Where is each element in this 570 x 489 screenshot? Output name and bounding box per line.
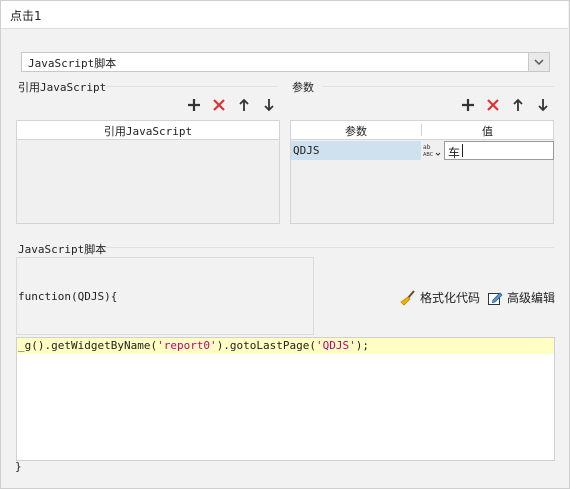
- svg-text:ABC: ABC: [423, 152, 434, 158]
- param-name-cell[interactable]: QDJS: [291, 141, 421, 160]
- script-type-value: JavaScript脚本: [28, 57, 117, 70]
- param-row[interactable]: QDJS ab ABC 车: [291, 141, 554, 160]
- code-token: _g().getWidgetByName(: [18, 339, 158, 352]
- arrow-down-icon: [538, 99, 548, 112]
- plus-icon: [188, 99, 200, 111]
- params-section-title: 参数: [292, 81, 314, 94]
- advanced-edit-button[interactable]: 高级编辑: [487, 289, 555, 306]
- arrow-down-icon: [264, 99, 274, 112]
- script-divider: [104, 247, 554, 248]
- add-ref-button[interactable]: [186, 97, 202, 113]
- ref-js-divider: [106, 86, 278, 87]
- svg-text:ab: ab: [423, 144, 431, 151]
- text-cursor: [462, 144, 463, 157]
- code-string: 'QDJS': [316, 339, 356, 352]
- ref-js-table[interactable]: 引用JavaScript: [16, 120, 280, 224]
- format-code-label: 格式化代码: [420, 291, 481, 305]
- code-editor[interactable]: _g().getWidgetByName('report0').gotoLast…: [16, 337, 555, 461]
- param-value: 车: [448, 146, 461, 160]
- arrow-up-icon: [513, 98, 523, 111]
- delete-ref-button[interactable]: [211, 97, 227, 113]
- code-string: 'report0': [157, 339, 217, 352]
- param-value-column-header: 值: [482, 125, 493, 138]
- plus-icon: [462, 99, 474, 111]
- ref-js-section-title: 引用JavaScript: [18, 81, 107, 94]
- code-token: ).gotoLastPage(: [216, 339, 317, 352]
- dialog-header: [0, 0, 568, 29]
- param-type-button[interactable]: ab ABC: [421, 141, 443, 160]
- delete-x-icon: [487, 99, 499, 111]
- move-up-param-button[interactable]: [510, 97, 526, 113]
- move-down-param-button[interactable]: [535, 97, 551, 113]
- format-code-button[interactable]: 格式化代码: [400, 289, 480, 306]
- advanced-edit-label: 高级编辑: [507, 291, 556, 305]
- params-table-header: 参数 值: [291, 121, 553, 140]
- move-down-ref-button[interactable]: [261, 97, 277, 113]
- script-section-title: JavaScript脚本: [18, 243, 107, 256]
- delete-param-button[interactable]: [485, 97, 501, 113]
- arrow-up-icon: [239, 98, 249, 111]
- ref-js-table-header: 引用JavaScript: [17, 121, 279, 140]
- function-closing-brace: }: [15, 460, 22, 473]
- ref-js-column-header: 引用JavaScript: [103, 125, 193, 138]
- function-signature: function(QDJS){: [18, 290, 118, 303]
- params-divider: [322, 86, 554, 87]
- ref-js-toolbar: [186, 97, 277, 113]
- edit-icon: [488, 291, 503, 305]
- param-name: QDJS: [293, 144, 320, 157]
- delete-x-icon: [213, 99, 225, 111]
- function-header-box: function(QDJS){: [16, 257, 314, 335]
- params-table[interactable]: 参数 值 QDJS ab ABC 车: [290, 120, 554, 224]
- params-toolbar: [460, 97, 551, 113]
- add-param-button[interactable]: [460, 97, 476, 113]
- abc-type-icon: ab ABC: [423, 144, 441, 158]
- param-value-input[interactable]: 车: [444, 141, 554, 160]
- param-name-column-header: 参数: [345, 125, 367, 138]
- select-dropdown-button[interactable]: [528, 53, 549, 71]
- chevron-down-icon: [534, 59, 544, 66]
- code-line: _g().getWidgetByName('report0').gotoLast…: [18, 339, 369, 352]
- move-up-ref-button[interactable]: [236, 97, 252, 113]
- script-type-select[interactable]: JavaScript脚本: [21, 52, 550, 72]
- broom-icon: [400, 289, 415, 306]
- dialog-title: 点击1: [10, 9, 42, 23]
- code-token: );: [355, 339, 370, 352]
